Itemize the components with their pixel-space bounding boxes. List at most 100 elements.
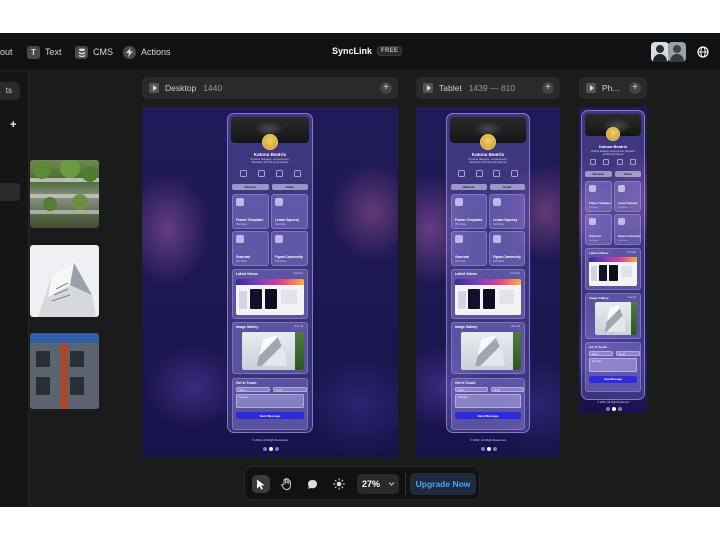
store-card[interactable]: Figma Community Visit Store bbox=[489, 231, 525, 266]
green-building-thumbnail[interactable] bbox=[30, 160, 99, 228]
page-dot[interactable] bbox=[493, 447, 497, 451]
actions-menu[interactable]: Actions bbox=[123, 44, 171, 60]
text-menu[interactable]: T Text bbox=[27, 44, 62, 60]
instagram-icon[interactable] bbox=[239, 170, 247, 177]
website-button[interactable]: Website bbox=[232, 184, 269, 190]
store-card[interactable]: Lemon Squeezy Visit Store bbox=[271, 194, 308, 229]
selected-layer[interactable] bbox=[0, 183, 20, 201]
gallery-image[interactable] bbox=[461, 332, 521, 370]
white-building-thumbnail[interactable] bbox=[30, 245, 99, 317]
gallery-link[interactable]: View All bbox=[628, 296, 636, 299]
add-breakpoint-icon[interactable]: + bbox=[380, 82, 392, 94]
profile-bio: Product designer, entrepreneur, illustra… bbox=[250, 157, 290, 165]
send-message-button[interactable]: Send Message bbox=[236, 412, 304, 419]
desktop-frame-label[interactable]: Desktop 1440 + bbox=[142, 77, 398, 99]
desktop-canvas[interactable]: Katona Beatrix Product designer, entrepr… bbox=[142, 107, 398, 457]
collaborator-avatar[interactable] bbox=[668, 42, 686, 62]
name-field[interactable]: Name bbox=[236, 387, 270, 392]
play-icon[interactable] bbox=[423, 83, 433, 93]
send-message-button[interactable]: Send Message bbox=[589, 376, 637, 383]
videos-link[interactable]: YouTube bbox=[510, 272, 520, 275]
message-field-placeholder: Message bbox=[592, 360, 602, 363]
email-field[interactable]: Email bbox=[273, 387, 307, 392]
website-button[interactable]: Website bbox=[451, 184, 487, 190]
store-card[interactable]: Gumroad Visit Store bbox=[451, 231, 487, 266]
hand-tool[interactable] bbox=[277, 475, 295, 493]
website-button[interactable]: Website bbox=[585, 171, 612, 177]
video-thumbnail[interactable] bbox=[589, 257, 637, 286]
gallery-image[interactable] bbox=[595, 302, 637, 335]
upgrade-button[interactable]: Upgrade Now bbox=[410, 473, 476, 495]
add-icon[interactable]: + bbox=[10, 120, 16, 131]
message-field[interactable]: Message bbox=[589, 358, 637, 372]
video-thumbnail[interactable] bbox=[455, 279, 521, 315]
linkedin-icon[interactable] bbox=[293, 170, 301, 177]
page-dot[interactable] bbox=[263, 447, 267, 451]
page-dot[interactable] bbox=[618, 407, 622, 411]
gallery-image[interactable] bbox=[242, 332, 304, 370]
page-dot-active[interactable] bbox=[269, 447, 273, 451]
comment-tool[interactable] bbox=[303, 475, 321, 493]
assets-tab[interactable]: ts bbox=[0, 82, 20, 100]
globe-icon[interactable] bbox=[694, 43, 712, 61]
tablet-canvas[interactable]: Katona Beatrix Product designer, entrepr… bbox=[416, 107, 560, 457]
store-card[interactable]: Lemon Squeezy Visit Store bbox=[489, 194, 525, 229]
linkedin-icon[interactable] bbox=[510, 170, 518, 177]
tablet-frame-label[interactable]: Tablet 1439 — 810 + bbox=[416, 77, 560, 99]
phone-frame-label[interactable]: Ph... + bbox=[579, 77, 647, 99]
video-thumbnail[interactable] bbox=[236, 279, 304, 315]
page-dot[interactable] bbox=[481, 447, 485, 451]
page-dot-active[interactable] bbox=[487, 447, 491, 451]
layout-menu[interactable]: out bbox=[0, 44, 13, 60]
user-avatar[interactable] bbox=[651, 42, 669, 62]
email-field[interactable]: Email bbox=[616, 351, 640, 356]
dribbble-icon[interactable] bbox=[275, 170, 283, 177]
theme-toggle[interactable] bbox=[330, 475, 348, 493]
message-field[interactable]: Message bbox=[455, 394, 521, 408]
app-title-text: SyncLink bbox=[332, 46, 373, 56]
store-card[interactable]: Framer Templates Visit Store bbox=[232, 194, 269, 229]
store-card[interactable]: Figma Community Visit Store bbox=[614, 214, 641, 245]
twitter-icon[interactable] bbox=[257, 170, 265, 177]
cms-menu[interactable]: CMS bbox=[75, 44, 113, 60]
play-icon[interactable] bbox=[586, 83, 596, 93]
videos-link[interactable]: YouTube bbox=[293, 272, 303, 275]
store-card[interactable]: Figma Community Visit Store bbox=[271, 231, 308, 266]
name-field[interactable]: Name bbox=[589, 351, 613, 356]
email-field[interactable]: Email bbox=[491, 387, 524, 392]
zoom-select[interactable]: 27% bbox=[357, 474, 399, 494]
brick-building-thumbnail[interactable] bbox=[30, 333, 99, 409]
email-button[interactable]: Email bbox=[489, 184, 525, 190]
add-breakpoint-icon[interactable]: + bbox=[629, 82, 641, 94]
linkedin-icon[interactable] bbox=[630, 159, 637, 165]
twitter-icon[interactable] bbox=[475, 170, 483, 177]
add-breakpoint-icon[interactable]: + bbox=[542, 82, 554, 94]
gallery-link[interactable]: View All bbox=[294, 325, 303, 328]
store-card[interactable]: Framer Templates Visit Store bbox=[585, 181, 612, 212]
store-card[interactable]: Gumroad Visit Store bbox=[585, 214, 612, 245]
videos-section: Latest Videos YouTube bbox=[451, 269, 525, 319]
twitter-icon[interactable] bbox=[603, 159, 610, 165]
cursor-tool[interactable] bbox=[252, 475, 270, 493]
play-icon[interactable] bbox=[149, 83, 159, 93]
actions-label: Actions bbox=[141, 47, 171, 57]
email-button[interactable]: Email bbox=[271, 184, 308, 190]
dribbble-icon[interactable] bbox=[616, 159, 623, 165]
email-button[interactable]: Email bbox=[614, 171, 641, 177]
page-dot[interactable] bbox=[275, 447, 279, 451]
dribbble-icon[interactable] bbox=[493, 170, 501, 177]
message-field[interactable]: Message bbox=[236, 394, 304, 408]
page-dot-active[interactable] bbox=[612, 407, 616, 411]
store-card-title: Figma Community bbox=[618, 235, 641, 238]
store-card[interactable]: Framer Templates Visit Store bbox=[451, 194, 487, 229]
gallery-link[interactable]: View All bbox=[511, 325, 520, 328]
instagram-icon[interactable] bbox=[589, 159, 596, 165]
store-card[interactable]: Gumroad Visit Store bbox=[232, 231, 269, 266]
send-message-button[interactable]: Send Message bbox=[455, 412, 521, 419]
phone-canvas[interactable]: Katona Beatrix Product designer, entrepr… bbox=[579, 107, 647, 413]
store-card[interactable]: Lemon Squeezy Visit Store bbox=[614, 181, 641, 212]
instagram-icon[interactable] bbox=[458, 170, 466, 177]
name-field[interactable]: Name bbox=[455, 387, 488, 392]
page-dot[interactable] bbox=[606, 407, 610, 411]
videos-link[interactable]: YouTube bbox=[627, 251, 636, 254]
